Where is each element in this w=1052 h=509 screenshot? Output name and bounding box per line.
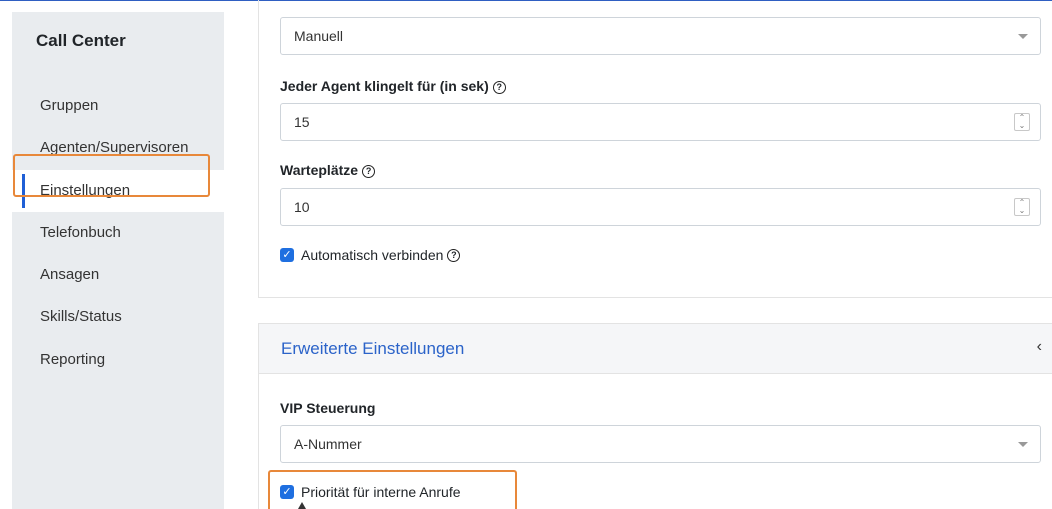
auto-connect-checkbox-row[interactable]: ✓ Automatisch verbinden? (280, 247, 461, 263)
advanced-settings-header[interactable]: Erweiterte Einstellungen ‹ (259, 324, 1052, 374)
sidebar-item-label: Gruppen (40, 97, 99, 114)
sidebar-item-skills-status[interactable]: Skills/Status (12, 296, 224, 338)
ring-time-label-text: Jeder Agent klingelt für (in sek) (280, 78, 489, 94)
queue-slots-label-text: Warteplätze (280, 162, 359, 178)
spinner-icon[interactable]: ⌃ ⌄ (1014, 198, 1030, 216)
help-icon[interactable]: ? (362, 165, 376, 178)
sidebar-item-gruppen[interactable]: Gruppen (12, 85, 224, 127)
vip-select-value: A-Nummer (294, 436, 362, 452)
queue-slots-value: 10 (294, 199, 310, 215)
sidebar-item-reporting[interactable]: Reporting (12, 339, 224, 381)
sidebar-item-label: Ansagen (40, 266, 100, 283)
mode-select-value: Manuell (294, 28, 344, 44)
queue-slots-label: Warteplätze? (280, 162, 376, 178)
sidebar: Call Center Gruppen Agenten/Supervisoren… (12, 12, 224, 509)
ring-time-label: Jeder Agent klingelt für (in sek)? (280, 78, 506, 94)
queue-slots-input[interactable]: 10 ⌃ ⌄ (280, 188, 1041, 226)
sidebar-item-label: Skills/Status (40, 308, 122, 325)
checkbox-checked-icon[interactable]: ✓ (280, 248, 294, 262)
advanced-settings-title: Erweiterte Einstellungen (281, 339, 465, 358)
mode-select[interactable]: Manuell (280, 17, 1041, 55)
vip-select[interactable]: A-Nummer (280, 425, 1041, 463)
sidebar-item-label: Reporting (40, 351, 106, 368)
mouse-cursor-icon (298, 502, 306, 509)
chevron-left-icon[interactable]: ‹ (1037, 338, 1042, 356)
sidebar-item-telefonbuch[interactable]: Telefonbuch (12, 212, 224, 254)
sidebar-item-ansagen[interactable]: Ansagen (12, 254, 224, 296)
caret-down-icon (1018, 442, 1028, 447)
ring-time-value: 15 (294, 114, 310, 130)
sidebar-item-label: Telefonbuch (40, 224, 121, 241)
spinner-icon[interactable]: ⌃ ⌄ (1014, 113, 1030, 131)
vip-label: VIP Steuerung (280, 400, 376, 416)
auto-connect-label: Automatisch verbinden (301, 247, 444, 263)
help-icon[interactable]: ? (492, 81, 506, 94)
help-icon[interactable]: ? (447, 248, 461, 262)
highlight-box (13, 154, 210, 197)
sidebar-title: Call Center (36, 31, 126, 50)
caret-down-icon (1018, 34, 1028, 39)
ring-time-input[interactable]: 15 ⌃ ⌄ (280, 103, 1041, 141)
